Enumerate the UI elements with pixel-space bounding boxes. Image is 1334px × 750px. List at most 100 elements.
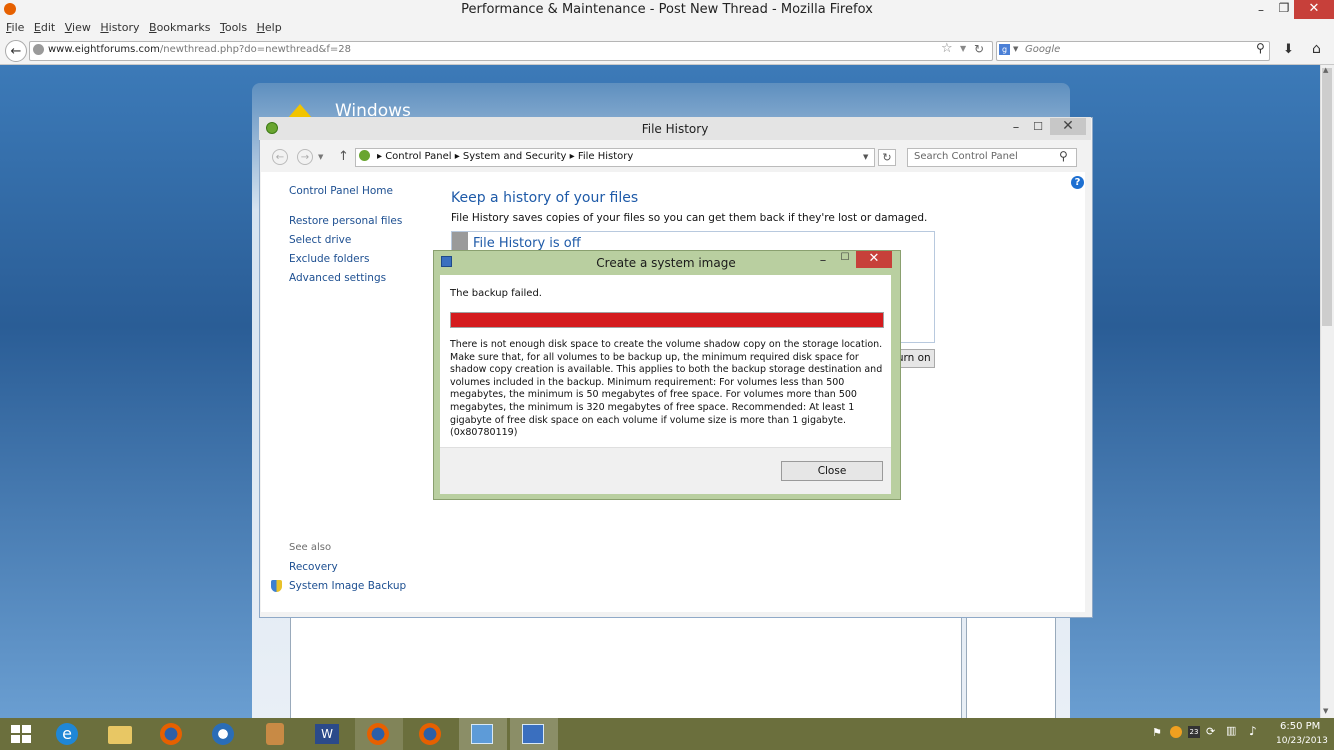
tray-counter-icon[interactable]: 23 bbox=[1188, 726, 1200, 738]
menu-bookmarks[interactable]: Bookmarks bbox=[149, 21, 210, 34]
recent-dropdown-icon[interactable]: ▼ bbox=[318, 153, 323, 161]
status-icon bbox=[452, 232, 468, 251]
scrollbar-thumb[interactable] bbox=[1322, 68, 1332, 326]
search-placeholder: Google bbox=[1025, 44, 1061, 55]
control-panel-icon bbox=[471, 724, 493, 744]
bookmark-star-icon[interactable]: ☆ bbox=[941, 41, 953, 56]
tray-network-icon[interactable]: ▥ bbox=[1226, 724, 1236, 737]
taskbar-thunderbird[interactable] bbox=[200, 718, 248, 750]
taskbar-word[interactable]: W bbox=[304, 718, 352, 750]
breadcrumb: ▸ Control Panel ▸ System and Security ▸ … bbox=[377, 151, 633, 162]
breadcrumb-file-history[interactable]: File History bbox=[578, 151, 634, 162]
downloads-icon[interactable]: ⬇ bbox=[1283, 42, 1294, 57]
start-button[interactable] bbox=[0, 718, 48, 750]
control-panel-icon bbox=[359, 150, 370, 161]
dropdown-icon[interactable]: ▼ bbox=[960, 44, 966, 53]
close-dialog-button[interactable]: Close bbox=[781, 461, 883, 481]
flag-icon[interactable]: ⚑ bbox=[1152, 726, 1162, 739]
firefox-icon bbox=[367, 723, 389, 745]
file-explorer-icon bbox=[108, 726, 132, 744]
breadcrumb-sep-icon: ▸ bbox=[377, 151, 386, 162]
search-engine-dropdown-icon[interactable]: ▼ bbox=[1013, 45, 1018, 53]
thunderbird-icon bbox=[212, 723, 234, 745]
help-icon[interactable]: ? bbox=[1071, 176, 1084, 189]
see-also-label: See also bbox=[289, 542, 332, 553]
breadcrumb-control-panel[interactable]: Control Panel bbox=[385, 151, 451, 162]
maximize-button[interactable]: ☐ bbox=[837, 252, 853, 263]
restore-button[interactable]: ❐ bbox=[1276, 1, 1292, 15]
menu-file[interactable]: File bbox=[6, 21, 24, 34]
url-path: /newthread.php?do=newthread&f=28 bbox=[159, 44, 351, 55]
tray-update-icon[interactable]: ⟳ bbox=[1206, 725, 1215, 738]
globe-icon bbox=[33, 44, 44, 55]
close-button[interactable]: ✕ bbox=[1050, 118, 1086, 135]
menu-edit[interactable]: Edit bbox=[34, 21, 55, 34]
clock-time[interactable]: 6:50 PM bbox=[1280, 721, 1320, 732]
select-drive-link[interactable]: Select drive bbox=[289, 234, 351, 246]
scroll-up-icon[interactable]: ▲ bbox=[1323, 66, 1328, 74]
menu-history[interactable]: History bbox=[100, 21, 139, 34]
menu-view[interactable]: View bbox=[65, 21, 91, 34]
close-button[interactable]: ✕ bbox=[1294, 0, 1334, 19]
control-panel-home-link[interactable]: Control Panel Home bbox=[289, 185, 393, 197]
forward-arrow-icon[interactable]: → bbox=[297, 149, 313, 165]
close-button[interactable]: ✕ bbox=[856, 251, 892, 268]
window-title: Performance & Maintenance - Post New Thr… bbox=[461, 2, 873, 17]
turn-on-button[interactable]: Turn on bbox=[895, 349, 935, 368]
forum-side-panel bbox=[966, 617, 1056, 720]
start-icon bbox=[11, 725, 31, 743]
page-description: File History saves copies of your files … bbox=[451, 212, 928, 224]
breadcrumb-sep-icon: ▸ bbox=[569, 151, 578, 162]
post-editor[interactable] bbox=[290, 617, 962, 720]
taskbar-system-image[interactable] bbox=[510, 718, 558, 750]
system-image-icon bbox=[522, 724, 544, 744]
status-title: File History is off bbox=[473, 236, 581, 251]
refresh-icon[interactable]: ↻ bbox=[878, 149, 896, 166]
app-icon bbox=[266, 723, 284, 745]
page-heading: Keep a history of your files bbox=[451, 190, 639, 206]
back-arrow-icon[interactable]: ← bbox=[272, 149, 288, 165]
taskbar-firefox-active[interactable] bbox=[355, 718, 403, 750]
minimize-button[interactable]: – bbox=[1253, 3, 1269, 17]
volume-icon[interactable]: ♪ bbox=[1249, 724, 1257, 738]
search-icon[interactable]: ⚲ bbox=[1256, 41, 1265, 55]
progress-bar bbox=[450, 312, 884, 328]
scroll-down-icon[interactable]: ▼ bbox=[1323, 707, 1328, 715]
firefox-icon bbox=[160, 723, 182, 745]
menu-help[interactable]: Help bbox=[257, 21, 282, 34]
maximize-button[interactable]: ☐ bbox=[1030, 120, 1046, 133]
up-arrow-icon[interactable]: ↑ bbox=[338, 149, 349, 164]
reload-icon[interactable]: ↻ bbox=[974, 42, 984, 56]
forum-logo-icon bbox=[288, 104, 312, 118]
shield-icon bbox=[271, 580, 282, 592]
clock-date[interactable]: 10/23/2013 bbox=[1276, 736, 1328, 746]
tray-app-icon[interactable] bbox=[1170, 726, 1182, 738]
back-button[interactable]: ← bbox=[5, 40, 27, 62]
taskbar-firefox-2[interactable] bbox=[407, 718, 455, 750]
search-icon[interactable]: ⚲ bbox=[1059, 149, 1068, 163]
minimize-button[interactable]: – bbox=[815, 253, 831, 268]
recovery-link[interactable]: Recovery bbox=[289, 561, 338, 573]
google-icon[interactable]: g bbox=[999, 44, 1010, 55]
search-placeholder: Search Control Panel bbox=[914, 151, 1018, 162]
minimize-button[interactable]: – bbox=[1008, 120, 1024, 135]
exclude-folders-link[interactable]: Exclude folders bbox=[289, 253, 369, 265]
home-icon[interactable]: ⌂ bbox=[1312, 41, 1321, 57]
advanced-settings-link[interactable]: Advanced settings bbox=[289, 272, 386, 284]
taskbar-firefox[interactable] bbox=[148, 718, 196, 750]
address-dropdown-icon[interactable]: ▼ bbox=[863, 153, 868, 161]
taskbar-explorer[interactable] bbox=[96, 718, 144, 750]
breadcrumb-system-security[interactable]: System and Security bbox=[463, 151, 567, 162]
menu-tools[interactable]: Tools bbox=[220, 21, 247, 34]
system-image-backup-link[interactable]: System Image Backup bbox=[289, 580, 406, 592]
backup-result: The backup failed. bbox=[450, 288, 542, 299]
taskbar-ie[interactable]: e bbox=[44, 718, 92, 750]
taskbar-app[interactable] bbox=[252, 718, 300, 750]
firefox-icon bbox=[419, 723, 441, 745]
restore-personal-files-link[interactable]: Restore personal files bbox=[289, 215, 402, 227]
url-domain: www.eightforums.com bbox=[48, 44, 160, 55]
taskbar-control-panel[interactable] bbox=[459, 718, 507, 750]
breadcrumb-sep-icon: ▸ bbox=[454, 151, 463, 162]
file-history-title: File History bbox=[641, 122, 709, 136]
word-icon: W bbox=[315, 724, 339, 744]
